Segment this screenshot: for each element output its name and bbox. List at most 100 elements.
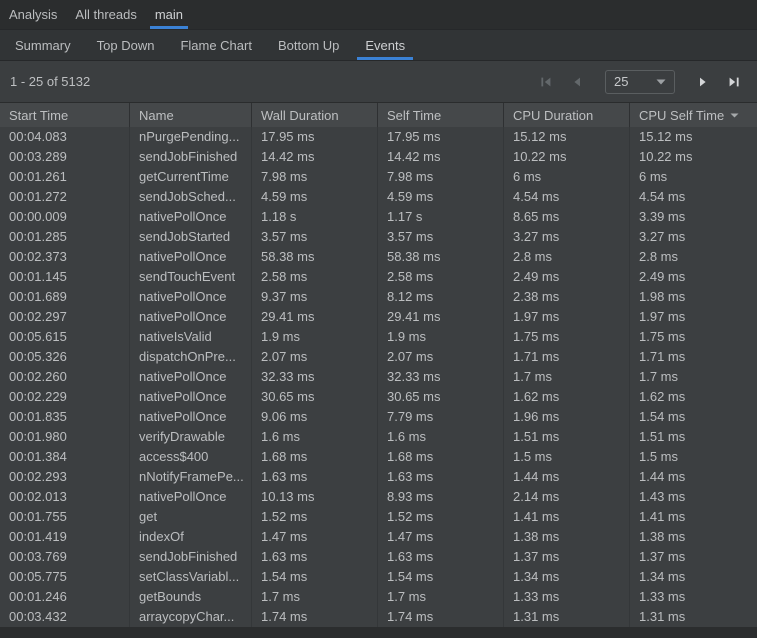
cell-cpu-self-time: 3.27 ms	[630, 227, 757, 247]
column-header-label: Self Time	[387, 104, 441, 127]
tab-main[interactable]: main	[146, 0, 192, 29]
cell-wall-duration: 3.57 ms	[252, 227, 378, 247]
cell-self-time: 32.33 ms	[378, 367, 504, 387]
table-row[interactable]: 00:01.384access$4001.68 ms1.68 ms1.5 ms1…	[0, 447, 757, 467]
cell-cpu-duration: 3.27 ms	[504, 227, 630, 247]
table-row[interactable]: 00:01.419indexOf1.47 ms1.47 ms1.38 ms1.3…	[0, 527, 757, 547]
cell-name: nPurgePending...	[130, 127, 252, 147]
cell-wall-duration: 1.47 ms	[252, 527, 378, 547]
first-page-icon	[539, 75, 553, 89]
cell-cpu-self-time: 1.51 ms	[630, 427, 757, 447]
cell-start-time: 00:01.835	[0, 407, 130, 427]
cell-name: sendJobStarted	[130, 227, 252, 247]
cell-cpu-self-time: 10.22 ms	[630, 147, 757, 167]
table-row[interactable]: 00:01.755get1.52 ms1.52 ms1.41 ms1.41 ms	[0, 507, 757, 527]
tab-summary[interactable]: Summary	[3, 30, 83, 60]
table-row[interactable]: 00:01.246getBounds1.7 ms1.7 ms1.33 ms1.3…	[0, 587, 757, 607]
table-row[interactable]: 00:01.980verifyDrawable1.6 ms1.6 ms1.51 …	[0, 427, 757, 447]
cell-cpu-self-time: 1.41 ms	[630, 507, 757, 527]
cell-self-time: 29.41 ms	[378, 307, 504, 327]
column-header-cpu-self-time[interactable]: CPU Self Time	[630, 103, 757, 127]
table-row[interactable]: 00:02.297nativePollOnce29.41 ms29.41 ms1…	[0, 307, 757, 327]
cell-self-time: 14.42 ms	[378, 147, 504, 167]
cell-cpu-self-time: 1.97 ms	[630, 307, 757, 327]
cell-cpu-self-time: 1.37 ms	[630, 547, 757, 567]
table-row[interactable]: 00:05.775setClassVariabl...1.54 ms1.54 m…	[0, 567, 757, 587]
cell-wall-duration: 1.63 ms	[252, 467, 378, 487]
cell-self-time: 1.63 ms	[378, 547, 504, 567]
table-row[interactable]: 00:05.326dispatchOnPre...2.07 ms2.07 ms1…	[0, 347, 757, 367]
cell-start-time: 00:05.326	[0, 347, 130, 367]
cell-start-time: 00:02.293	[0, 467, 130, 487]
table-row[interactable]: 00:01.261getCurrentTime7.98 ms7.98 ms6 m…	[0, 167, 757, 187]
cell-wall-duration: 2.07 ms	[252, 347, 378, 367]
cell-cpu-self-time: 6 ms	[630, 167, 757, 187]
cell-wall-duration: 32.33 ms	[252, 367, 378, 387]
table-row[interactable]: 00:05.615nativeIsValid1.9 ms1.9 ms1.75 m…	[0, 327, 757, 347]
cell-wall-duration: 1.9 ms	[252, 327, 378, 347]
cell-cpu-duration: 15.12 ms	[504, 127, 630, 147]
cell-cpu-duration: 2.14 ms	[504, 487, 630, 507]
cell-start-time: 00:01.689	[0, 287, 130, 307]
table-row[interactable]: 00:02.293nNotifyFramePe...1.63 ms1.63 ms…	[0, 467, 757, 487]
cell-wall-duration: 1.74 ms	[252, 607, 378, 627]
cell-wall-duration: 30.65 ms	[252, 387, 378, 407]
page-size-select[interactable]: 25	[605, 70, 675, 94]
cell-name: indexOf	[130, 527, 252, 547]
table-row[interactable]: 00:03.432arraycopyChar...1.74 ms1.74 ms1…	[0, 607, 757, 627]
cell-cpu-duration: 1.37 ms	[504, 547, 630, 567]
tab-events[interactable]: Events	[353, 30, 417, 60]
tab-all-threads[interactable]: All threads	[66, 0, 145, 29]
cell-wall-duration: 1.63 ms	[252, 547, 378, 567]
column-header-label: Name	[139, 104, 174, 127]
table-row[interactable]: 00:04.083nPurgePending...17.95 ms17.95 m…	[0, 127, 757, 147]
cell-cpu-self-time: 1.75 ms	[630, 327, 757, 347]
table-row[interactable]: 00:02.373nativePollOnce58.38 ms58.38 ms2…	[0, 247, 757, 267]
cell-cpu-self-time: 1.98 ms	[630, 287, 757, 307]
cell-name: setClassVariabl...	[130, 567, 252, 587]
last-page-button[interactable]	[723, 71, 745, 93]
previous-page-button[interactable]	[566, 71, 588, 93]
column-header-wall-duration[interactable]: Wall Duration	[252, 103, 378, 127]
cell-self-time: 1.68 ms	[378, 447, 504, 467]
tab-analysis[interactable]: Analysis	[0, 0, 66, 29]
cell-start-time: 00:02.373	[0, 247, 130, 267]
table-row[interactable]: 00:02.229nativePollOnce30.65 ms30.65 ms1…	[0, 387, 757, 407]
column-header-start-time[interactable]: Start Time	[0, 103, 130, 127]
cell-start-time: 00:05.615	[0, 327, 130, 347]
table-row[interactable]: 00:01.285sendJobStarted3.57 ms3.57 ms3.2…	[0, 227, 757, 247]
cell-wall-duration: 1.68 ms	[252, 447, 378, 467]
table-header-row: Start Time Name Wall Duration Self Time CPU …	[0, 102, 757, 127]
table-row[interactable]: 00:03.289sendJobFinished14.42 ms14.42 ms…	[0, 147, 757, 167]
column-header-label: CPU Self Time	[639, 104, 724, 127]
cell-name: nativePollOnce	[130, 487, 252, 507]
cell-start-time: 00:05.775	[0, 567, 130, 587]
cell-start-time: 00:03.432	[0, 607, 130, 627]
tab-flame-chart[interactable]: Flame Chart	[168, 30, 264, 60]
table-row[interactable]: 00:00.009nativePollOnce1.18 s1.17 s8.65 …	[0, 207, 757, 227]
cell-self-time: 1.6 ms	[378, 427, 504, 447]
cell-cpu-duration: 2.49 ms	[504, 267, 630, 287]
cell-name: sendJobFinished	[130, 547, 252, 567]
column-header-self-time[interactable]: Self Time	[378, 103, 504, 127]
table-row[interactable]: 00:01.272sendJobSched...4.59 ms4.59 ms4.…	[0, 187, 757, 207]
table-row[interactable]: 00:02.260nativePollOnce32.33 ms32.33 ms1…	[0, 367, 757, 387]
table-row[interactable]: 00:03.769sendJobFinished1.63 ms1.63 ms1.…	[0, 547, 757, 567]
cell-name: nativePollOnce	[130, 407, 252, 427]
table-row[interactable]: 00:02.013nativePollOnce10.13 ms8.93 ms2.…	[0, 487, 757, 507]
column-header-cpu-duration[interactable]: CPU Duration	[504, 103, 630, 127]
table-row[interactable]: 00:01.689nativePollOnce9.37 ms8.12 ms2.3…	[0, 287, 757, 307]
cell-cpu-self-time: 1.33 ms	[630, 587, 757, 607]
tab-bottom-up[interactable]: Bottom Up	[266, 30, 351, 60]
cell-name: dispatchOnPre...	[130, 347, 252, 367]
first-page-button[interactable]	[535, 71, 557, 93]
table-row[interactable]: 00:01.835nativePollOnce9.06 ms7.79 ms1.9…	[0, 407, 757, 427]
tab-top-down[interactable]: Top Down	[85, 30, 167, 60]
cell-name: sendJobSched...	[130, 187, 252, 207]
cell-cpu-self-time: 1.7 ms	[630, 367, 757, 387]
next-page-button[interactable]	[692, 71, 714, 93]
cell-self-time: 17.95 ms	[378, 127, 504, 147]
column-header-name[interactable]: Name	[130, 103, 252, 127]
cell-cpu-self-time: 1.43 ms	[630, 487, 757, 507]
table-row[interactable]: 00:01.145sendTouchEvent2.58 ms2.58 ms2.4…	[0, 267, 757, 287]
